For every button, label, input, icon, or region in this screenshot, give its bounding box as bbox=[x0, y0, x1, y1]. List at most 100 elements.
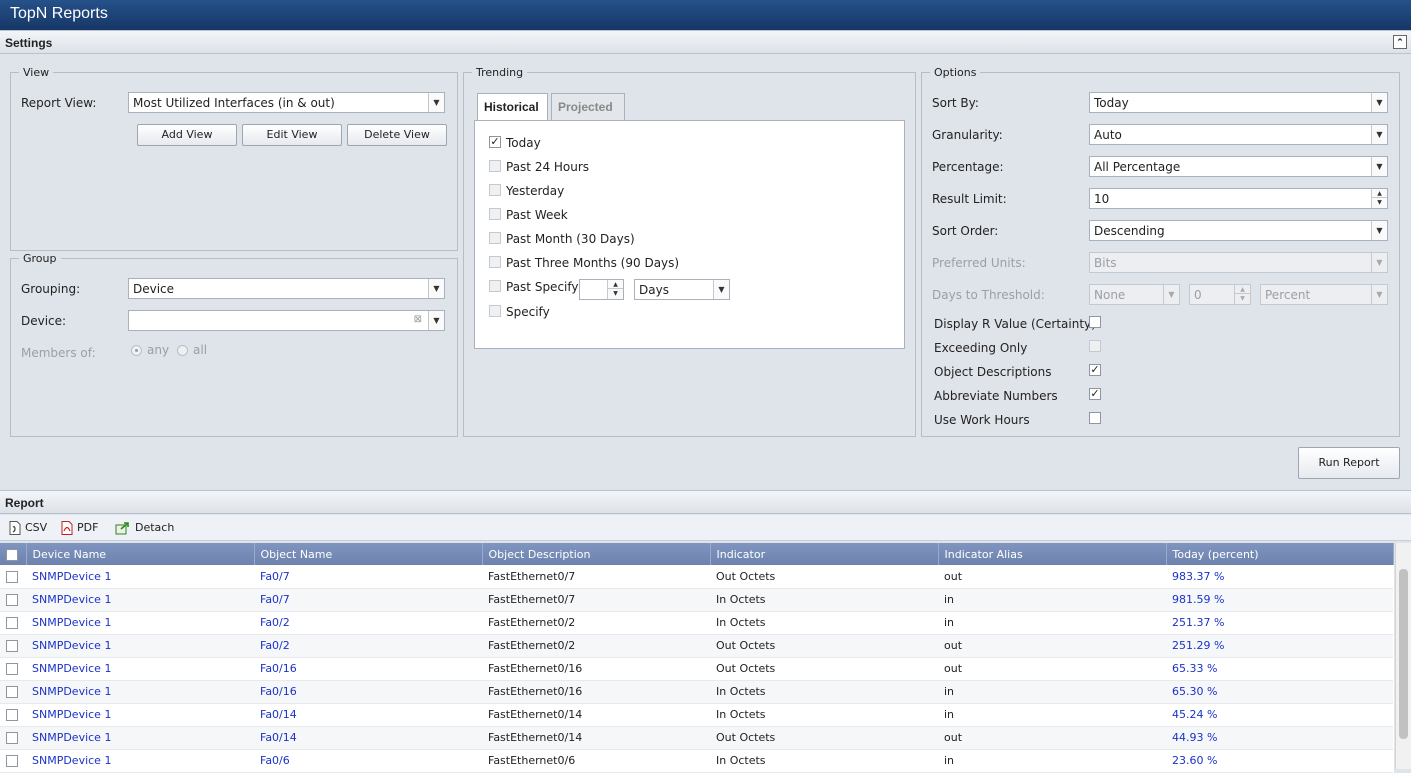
run-report-button[interactable]: Run Report bbox=[1298, 447, 1400, 479]
object-name-link[interactable]: Fa0/14 bbox=[254, 703, 482, 727]
table-row[interactable]: SNMPDevice 1 Fa0/7 FastEthernet0/7 Out O… bbox=[0, 565, 1393, 589]
column-header-today-percent[interactable]: Today (percent) bbox=[1166, 543, 1394, 565]
today-percent-link[interactable]: 983.37 % bbox=[1166, 565, 1393, 589]
edit-view-button[interactable]: Edit View bbox=[242, 124, 342, 146]
spin-up-icon[interactable]: ▲ bbox=[1371, 189, 1387, 198]
spin-up-icon[interactable]: ▲ bbox=[607, 280, 623, 289]
tab-projected[interactable]: Projected bbox=[551, 93, 625, 120]
table-row[interactable]: SNMPDevice 1 Fa0/16 FastEthernet0/16 Out… bbox=[0, 657, 1393, 681]
collapse-icon[interactable]: ⌃ bbox=[1393, 35, 1407, 49]
column-header-indicator[interactable]: Indicator bbox=[710, 543, 939, 565]
row-checkbox[interactable] bbox=[6, 617, 18, 629]
row-checkbox[interactable] bbox=[6, 640, 18, 652]
chevron-down-icon[interactable]: ▼ bbox=[428, 93, 444, 112]
device-select[interactable]: ⊠ ▼ bbox=[128, 310, 445, 331]
chevron-down-icon[interactable]: ▼ bbox=[1371, 221, 1387, 240]
chevron-down-icon[interactable]: ▼ bbox=[1371, 285, 1387, 304]
object-name-link[interactable]: Fa0/2 bbox=[254, 634, 482, 658]
chevron-down-icon[interactable]: ▼ bbox=[1371, 93, 1387, 112]
column-header-object-description[interactable]: Object Description bbox=[482, 543, 711, 565]
row-checkbox[interactable] bbox=[6, 663, 18, 675]
device-name-link[interactable]: SNMPDevice 1 bbox=[26, 703, 254, 727]
days-threshold-unit-select[interactable]: Percent ▼ bbox=[1260, 284, 1388, 305]
scrollbar-thumb[interactable] bbox=[1399, 569, 1408, 739]
chevron-down-icon[interactable]: ▼ bbox=[1371, 125, 1387, 144]
object-name-link[interactable]: Fa0/7 bbox=[254, 588, 482, 612]
object-name-link[interactable]: Fa0/7 bbox=[254, 565, 482, 589]
device-name-link[interactable]: SNMPDevice 1 bbox=[26, 680, 254, 704]
past-24-hours-checkbox[interactable] bbox=[489, 160, 501, 172]
object-descriptions-checkbox[interactable]: ✓ bbox=[1089, 364, 1101, 376]
row-checkbox[interactable] bbox=[6, 594, 18, 606]
report-scrollbar[interactable] bbox=[1395, 543, 1411, 769]
chevron-down-icon[interactable]: ▼ bbox=[428, 279, 444, 298]
chevron-down-icon[interactable]: ▼ bbox=[1371, 253, 1387, 272]
yesterday-checkbox[interactable] bbox=[489, 184, 501, 196]
object-name-link[interactable]: Fa0/16 bbox=[254, 680, 482, 704]
granularity-select[interactable]: Auto ▼ bbox=[1089, 124, 1388, 145]
tab-historical[interactable]: Historical bbox=[477, 93, 548, 120]
select-all-cell[interactable] bbox=[0, 543, 27, 565]
today-percent-link[interactable]: 65.33 % bbox=[1166, 657, 1393, 681]
spin-down-icon[interactable]: ▼ bbox=[607, 289, 623, 299]
device-name-link[interactable]: SNMPDevice 1 bbox=[26, 565, 254, 589]
today-checkbox[interactable]: ✓ bbox=[489, 136, 501, 148]
select-all-checkbox[interactable] bbox=[6, 548, 18, 561]
past-month-checkbox[interactable] bbox=[489, 232, 501, 244]
device-name-link[interactable]: SNMPDevice 1 bbox=[26, 726, 254, 750]
past-week-checkbox[interactable] bbox=[489, 208, 501, 220]
table-row[interactable]: SNMPDevice 1 Fa0/14 FastEthernet0/14 In … bbox=[0, 703, 1393, 727]
report-view-select[interactable]: Most Utilized Interfaces (in & out) ▼ bbox=[128, 92, 445, 113]
row-checkbox[interactable] bbox=[6, 732, 18, 744]
device-name-link[interactable]: SNMPDevice 1 bbox=[26, 588, 254, 612]
today-percent-link[interactable]: 65.30 % bbox=[1166, 680, 1393, 704]
past-specify-unit-select[interactable]: Days ▼ bbox=[634, 279, 730, 300]
column-header-object-name[interactable]: Object Name bbox=[254, 543, 483, 565]
exceeding-only-checkbox[interactable] bbox=[1089, 340, 1101, 352]
chevron-down-icon[interactable]: ▼ bbox=[713, 280, 729, 299]
today-percent-link[interactable]: 44.93 % bbox=[1166, 726, 1393, 750]
pdf-button[interactable]: PDF bbox=[61, 521, 98, 535]
past-three-months-checkbox[interactable] bbox=[489, 256, 501, 268]
row-checkbox[interactable] bbox=[6, 709, 18, 721]
column-header-indicator-alias[interactable]: Indicator Alias bbox=[938, 543, 1167, 565]
percentage-select[interactable]: All Percentage ▼ bbox=[1089, 156, 1388, 177]
days-threshold-number-input[interactable]: 0 ▲ ▼ bbox=[1189, 284, 1251, 305]
chevron-down-icon[interactable]: ▼ bbox=[428, 311, 444, 330]
display-r-checkbox[interactable] bbox=[1089, 316, 1101, 328]
table-row[interactable]: SNMPDevice 1 Fa0/2 FastEthernet0/2 In Oc… bbox=[0, 611, 1393, 635]
spin-down-icon[interactable]: ▼ bbox=[1234, 294, 1250, 304]
today-percent-link[interactable]: 981.59 % bbox=[1166, 588, 1393, 612]
members-all-radio[interactable] bbox=[177, 345, 188, 356]
table-row[interactable]: SNMPDevice 1 Fa0/2 FastEthernet0/2 Out O… bbox=[0, 634, 1393, 658]
preferred-units-select[interactable]: Bits ▼ bbox=[1089, 252, 1388, 273]
grouping-select[interactable]: Device ▼ bbox=[128, 278, 445, 299]
table-row[interactable]: SNMPDevice 1 Fa0/14 FastEthernet0/14 Out… bbox=[0, 726, 1393, 750]
table-row[interactable]: SNMPDevice 1 Fa0/7 FastEthernet0/7 In Oc… bbox=[0, 588, 1393, 612]
clear-icon[interactable]: ⊠ bbox=[414, 314, 422, 325]
object-name-link[interactable]: Fa0/14 bbox=[254, 726, 482, 750]
today-percent-link[interactable]: 251.37 % bbox=[1166, 611, 1393, 635]
row-checkbox[interactable] bbox=[6, 686, 18, 698]
days-threshold-select[interactable]: None ▼ bbox=[1089, 284, 1180, 305]
table-row[interactable]: SNMPDevice 1 Fa0/16 FastEthernet0/16 In … bbox=[0, 680, 1393, 704]
today-percent-link[interactable]: 45.24 % bbox=[1166, 703, 1393, 727]
spin-down-icon[interactable]: ▼ bbox=[1371, 198, 1387, 208]
sort-by-select[interactable]: Today ▼ bbox=[1089, 92, 1388, 113]
work-hours-checkbox[interactable] bbox=[1089, 412, 1101, 424]
past-specify-checkbox[interactable] bbox=[489, 280, 501, 292]
abbreviate-numbers-checkbox[interactable]: ✓ bbox=[1089, 388, 1101, 400]
specify-checkbox[interactable] bbox=[489, 305, 501, 317]
device-name-link[interactable]: SNMPDevice 1 bbox=[26, 634, 254, 658]
members-any-radio[interactable] bbox=[131, 345, 142, 356]
column-header-device-name[interactable]: Device Name bbox=[26, 543, 255, 565]
row-checkbox[interactable] bbox=[6, 755, 18, 767]
device-name-link[interactable]: SNMPDevice 1 bbox=[26, 657, 254, 681]
chevron-down-icon[interactable]: ▼ bbox=[1371, 157, 1387, 176]
object-name-link[interactable]: Fa0/16 bbox=[254, 657, 482, 681]
delete-view-button[interactable]: Delete View bbox=[347, 124, 447, 146]
csv-button[interactable]: CSV bbox=[9, 521, 47, 535]
sort-order-select[interactable]: Descending ▼ bbox=[1089, 220, 1388, 241]
result-limit-input[interactable]: 10 ▲ ▼ bbox=[1089, 188, 1388, 209]
device-name-link[interactable]: SNMPDevice 1 bbox=[26, 611, 254, 635]
